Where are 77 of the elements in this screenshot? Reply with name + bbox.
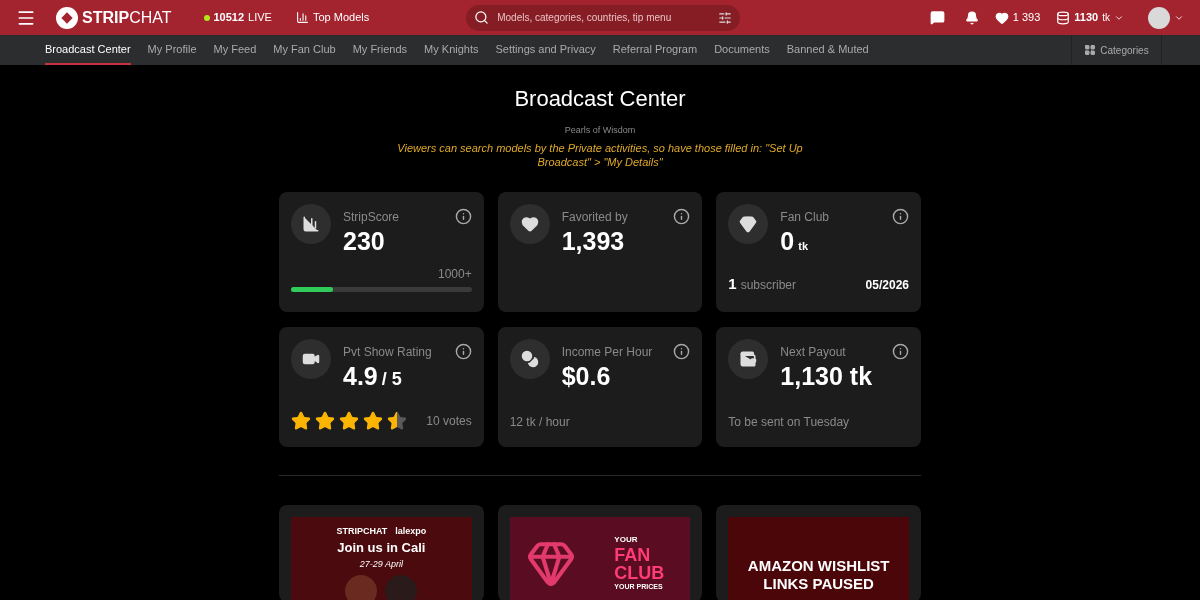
stat-unit: / 5 — [381, 367, 402, 391]
stat-value: $0.6 — [561, 360, 611, 392]
nav-tab[interactable]: My Profile — [147, 35, 197, 65]
nav-tab[interactable]: Broadcast Center — [45, 35, 131, 65]
logo[interactable]: STRIPCHAT — [56, 5, 172, 30]
stat-value: 230 — [343, 225, 385, 257]
avatar[interactable] — [1148, 6, 1170, 29]
photo-placeholder — [345, 575, 378, 600]
search-input[interactable]: Models, categories, countries, tip menu — [497, 10, 711, 25]
stat-label: Favorited by — [561, 208, 629, 226]
stat-value: 1,393 — [561, 225, 625, 257]
info-icon[interactable] — [673, 207, 691, 225]
stat-value: 1,130 tk — [780, 360, 873, 392]
video-camera-icon — [291, 338, 331, 379]
stat-label: Fan Club — [780, 208, 831, 226]
stat-label: StripScore — [343, 208, 401, 226]
star-icon — [291, 410, 311, 431]
banner-subline: 27-29 April — [359, 557, 403, 571]
chat-icon[interactable] — [929, 10, 945, 25]
token-balance[interactable]: 1130 tk — [1056, 9, 1124, 26]
banner-headline: AMAZON WISHLIST LINKS PAUSED — [746, 556, 891, 594]
info-icon[interactable] — [892, 207, 909, 225]
search-field[interactable]: Models, categories, countries, tip menu — [466, 4, 741, 31]
info-icon[interactable] — [454, 342, 472, 360]
stat-label: Pvt Show Rating — [343, 343, 433, 361]
podium-icon — [295, 11, 309, 24]
favorites-counter[interactable]: 1 393 — [994, 9, 1041, 26]
live-count: 10512 — [213, 10, 245, 26]
nav-tab[interactable]: Documents — [714, 35, 770, 65]
tip-title: Pearls of Wisdom — [564, 124, 636, 137]
stat-unit: tk — [798, 238, 808, 254]
expiry-date: 05/2026 — [865, 277, 909, 294]
bell-icon[interactable] — [964, 10, 979, 25]
coins-icon — [1056, 10, 1071, 25]
nav-tab[interactable]: My Friends — [352, 35, 408, 65]
stat-note: 12 tk / hour — [509, 413, 571, 431]
banner-logo-text: lalexpo — [395, 524, 427, 538]
stat-value: 4.9 — [343, 360, 378, 392]
banner-headline: Join us in Cali — [337, 539, 426, 557]
promo-card[interactable]: STRIPCHAT lalexpo Join us in Cali 27-29 April — [279, 504, 484, 600]
nav-tab[interactable]: Referral Program — [612, 35, 698, 65]
promo-card[interactable]: AMAZON WISHLIST LINKS PAUSED — [716, 504, 921, 600]
stat-label: Next Payout — [780, 343, 847, 361]
subscriber-label: subscriber — [740, 277, 797, 294]
nav-tab[interactable]: My Knights — [424, 35, 479, 65]
score-max-label: 1000+ — [436, 265, 472, 283]
photo-placeholder — [385, 575, 418, 600]
bar-chart-icon — [291, 203, 331, 244]
logo-icon — [56, 6, 78, 29]
categories-button[interactable]: Categories — [1071, 35, 1162, 65]
filter-icon[interactable] — [718, 10, 733, 25]
top-models-link[interactable]: Top Models — [295, 9, 370, 26]
subscriber-count: 1 — [728, 274, 737, 294]
banner-headline: FAN CLUB — [614, 545, 666, 582]
votes-count: 10 votes — [426, 412, 472, 430]
search-icon — [474, 10, 490, 25]
info-icon[interactable] — [673, 342, 691, 360]
stat-value: 0 — [780, 225, 795, 257]
info-icon[interactable] — [454, 207, 472, 225]
nav-tab[interactable]: Settings and Privacy — [495, 35, 596, 65]
live-label: LIVE — [248, 10, 272, 26]
star-icon — [387, 410, 407, 431]
star-icon — [363, 410, 383, 431]
page-title: Broadcast Center — [514, 85, 686, 113]
nav-tab[interactable]: My Fan Club — [273, 35, 336, 65]
star-icon — [315, 410, 335, 431]
banner-logo-text: STRIPCHAT — [336, 524, 388, 538]
tip-text: Viewers can search models by the Private activities, so have those filled in: "Set Up Broadcast" > "My Details" — [396, 140, 804, 169]
info-icon[interactable] — [892, 342, 909, 360]
banner-top-text: YOUR — [614, 533, 639, 546]
star-icon — [339, 410, 359, 431]
stat-note: To be sent on Tuesday — [728, 413, 851, 431]
grid-icon — [1084, 44, 1097, 56]
stat-label: Income Per Hour — [561, 343, 654, 361]
nav-tab[interactable]: Banned & Muted — [786, 35, 869, 65]
nav-tab[interactable]: My Feed — [213, 35, 257, 65]
heart-icon — [994, 10, 1009, 25]
